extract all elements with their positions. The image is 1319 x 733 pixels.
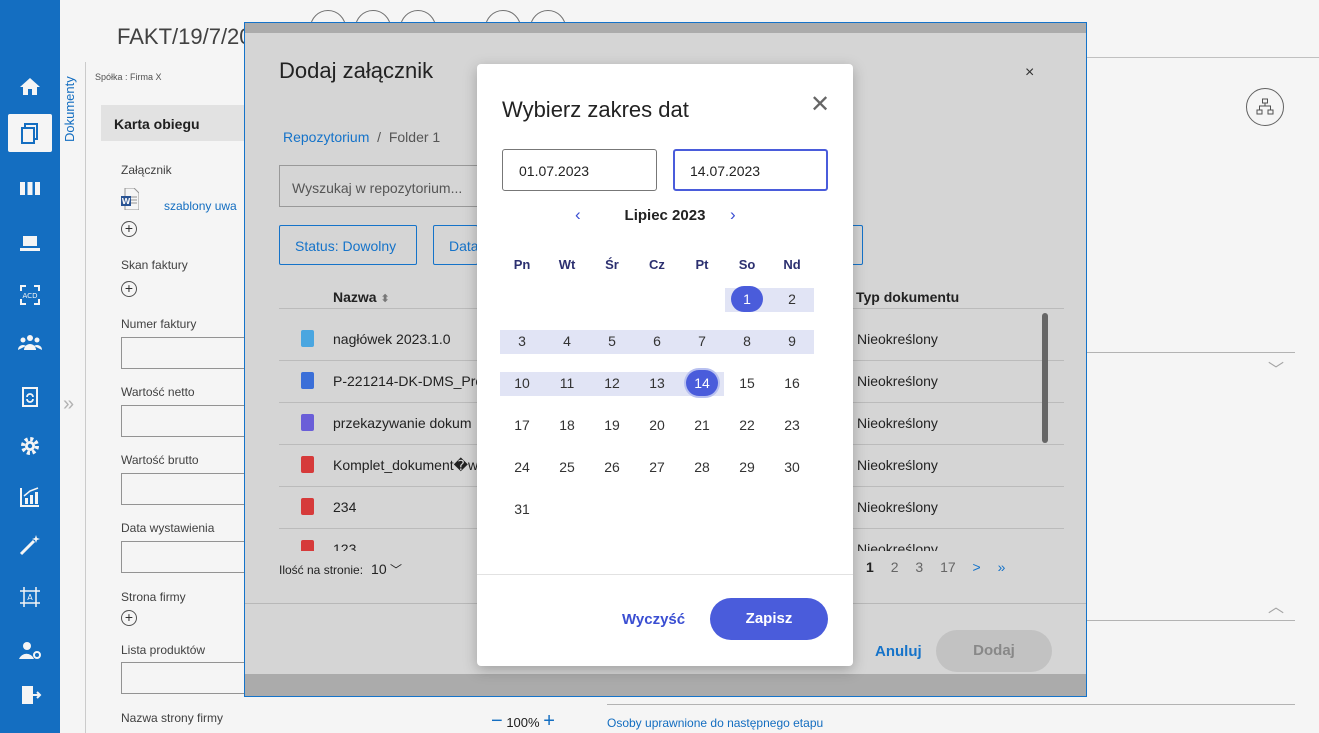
file-type: Nieokreślony — [857, 373, 938, 389]
page-2[interactable]: 2 — [891, 559, 899, 575]
calendar-day[interactable]: 25 — [552, 455, 582, 479]
per-page-select[interactable]: 10 — [371, 561, 387, 577]
calendar-day[interactable]: 15 — [732, 371, 762, 395]
calendar-day[interactable]: 16 — [777, 371, 807, 395]
calendar-day[interactable]: 24 — [507, 455, 537, 479]
status-filter-chip[interactable]: Status: Dowolny — [279, 225, 417, 265]
calendar-day[interactable]: 28 — [687, 455, 717, 479]
weekday-label: Nd — [783, 257, 801, 272]
breadcrumb-separator: / — [377, 129, 382, 145]
file-name: przekazywanie dokum — [333, 415, 472, 431]
calendar-day[interactable]: 13 — [642, 371, 672, 395]
date-range-picker: Wybierz zakres dat ✕ 01.07.2023 14.07.20… — [477, 64, 853, 666]
next-page-icon[interactable]: > — [973, 559, 981, 575]
last-page-icon[interactable]: » — [998, 559, 1006, 575]
calendar-day[interactable]: 14 — [687, 371, 717, 395]
doc-file-icon — [301, 372, 314, 389]
next-month-icon[interactable]: › — [730, 205, 736, 225]
calendar-day[interactable]: 9 — [777, 329, 807, 353]
month-label: Lipiec 2023 — [624, 207, 706, 224]
add-button[interactable]: Dodaj — [936, 630, 1052, 672]
repository-search-input[interactable]: Wyszukaj w repozytorium... — [279, 165, 479, 207]
close-icon[interactable]: ✕ — [810, 90, 830, 119]
file-name: P-221214-DK-DMS_Pro — [333, 373, 483, 389]
calendar-day[interactable]: 1 — [732, 287, 762, 311]
file-name: 123 — [333, 541, 357, 551]
close-icon[interactable]: × — [1025, 64, 1034, 82]
calendar-day[interactable]: 17 — [507, 413, 537, 437]
column-name[interactable]: Nazwa ⬍ — [333, 289, 390, 305]
video-file-icon — [301, 414, 314, 431]
dialog-title: Dodaj załącznik — [279, 58, 434, 83]
file-name: 234 — [333, 499, 357, 515]
pagination: 1 2 3 17 > » — [866, 559, 1018, 575]
weekday-label: Wt — [558, 257, 576, 272]
weekday-label: Pt — [695, 257, 709, 272]
file-type: Nieokreślony — [857, 457, 938, 473]
calendar-day[interactable]: 5 — [597, 329, 627, 353]
date-filter-chip[interactable]: Data — [433, 225, 478, 265]
calendar-day[interactable]: 3 — [507, 329, 537, 353]
file-type: Nieokreślony — [857, 415, 938, 431]
file-type: Nieokreślony — [857, 331, 938, 347]
weekday-label: Śr — [605, 257, 619, 272]
calendar-day[interactable]: 4 — [552, 329, 582, 353]
calendar-day[interactable]: 20 — [642, 413, 672, 437]
table-scrollbar[interactable] — [1042, 313, 1048, 443]
pdf-file-icon — [301, 540, 314, 551]
weekday-label: Cz — [649, 257, 665, 272]
calendar-day[interactable]: 29 — [732, 455, 762, 479]
file-name: nagłówek 2023.1.0 — [333, 331, 451, 347]
file-name: Komplet_dokument�w — [333, 457, 479, 473]
pdf-file-icon — [301, 498, 314, 515]
per-page-label: Ilość na stronie: — [279, 563, 364, 577]
image-file-icon — [301, 330, 314, 347]
cancel-button[interactable]: Anuluj — [875, 643, 922, 660]
chevron-down-icon[interactable]: ﹀ — [390, 563, 402, 577]
calendar-day[interactable]: 18 — [552, 413, 582, 437]
picker-footer-divider — [477, 574, 853, 575]
calendar-day[interactable]: 2 — [777, 287, 807, 311]
save-button[interactable]: Zapisz — [710, 598, 828, 640]
date-to-input[interactable]: 14.07.2023 — [673, 149, 828, 191]
per-page-control: Ilość na stronie: 10 ﹀ — [279, 561, 402, 578]
breadcrumb-folder: Folder 1 — [388, 129, 441, 145]
calendar-day[interactable]: 12 — [597, 371, 627, 395]
file-type: Nieokreślony — [857, 499, 938, 515]
calendar-day[interactable]: 21 — [687, 413, 717, 437]
weekday-label: So — [738, 257, 756, 272]
page-3[interactable]: 3 — [915, 559, 923, 575]
calendar-day[interactable]: 19 — [597, 413, 627, 437]
pdf-file-icon — [301, 456, 314, 473]
calendar-day[interactable]: 8 — [732, 329, 762, 353]
calendar-day[interactable]: 7 — [687, 329, 717, 353]
calendar-day[interactable]: 23 — [777, 413, 807, 437]
calendar-day[interactable]: 6 — [642, 329, 672, 353]
calendar-day[interactable]: 22 — [732, 413, 762, 437]
page-1[interactable]: 1 — [866, 559, 874, 575]
column-document-type: Typ dokumentu — [856, 289, 960, 305]
calendar-day[interactable]: 26 — [597, 455, 627, 479]
sort-icon[interactable]: ⬍ — [380, 293, 389, 305]
weekday-label: Pn — [513, 257, 531, 272]
calendar-day[interactable]: 31 — [507, 497, 537, 521]
calendar-day[interactable]: 30 — [777, 455, 807, 479]
breadcrumb: Repozytorium / Folder 1 — [283, 129, 440, 145]
picker-title: Wybierz zakres dat — [502, 97, 689, 122]
file-type: Nieokreślony — [857, 541, 938, 551]
date-from-input[interactable]: 01.07.2023 — [502, 149, 657, 191]
breadcrumb-repozytorium[interactable]: Repozytorium — [283, 129, 369, 145]
clear-button[interactable]: Wyczyść — [622, 611, 685, 628]
calendar-day[interactable]: 27 — [642, 455, 672, 479]
calendar-day[interactable]: 10 — [507, 371, 537, 395]
calendar-day[interactable]: 11 — [552, 371, 582, 395]
page-last[interactable]: 17 — [940, 559, 956, 575]
